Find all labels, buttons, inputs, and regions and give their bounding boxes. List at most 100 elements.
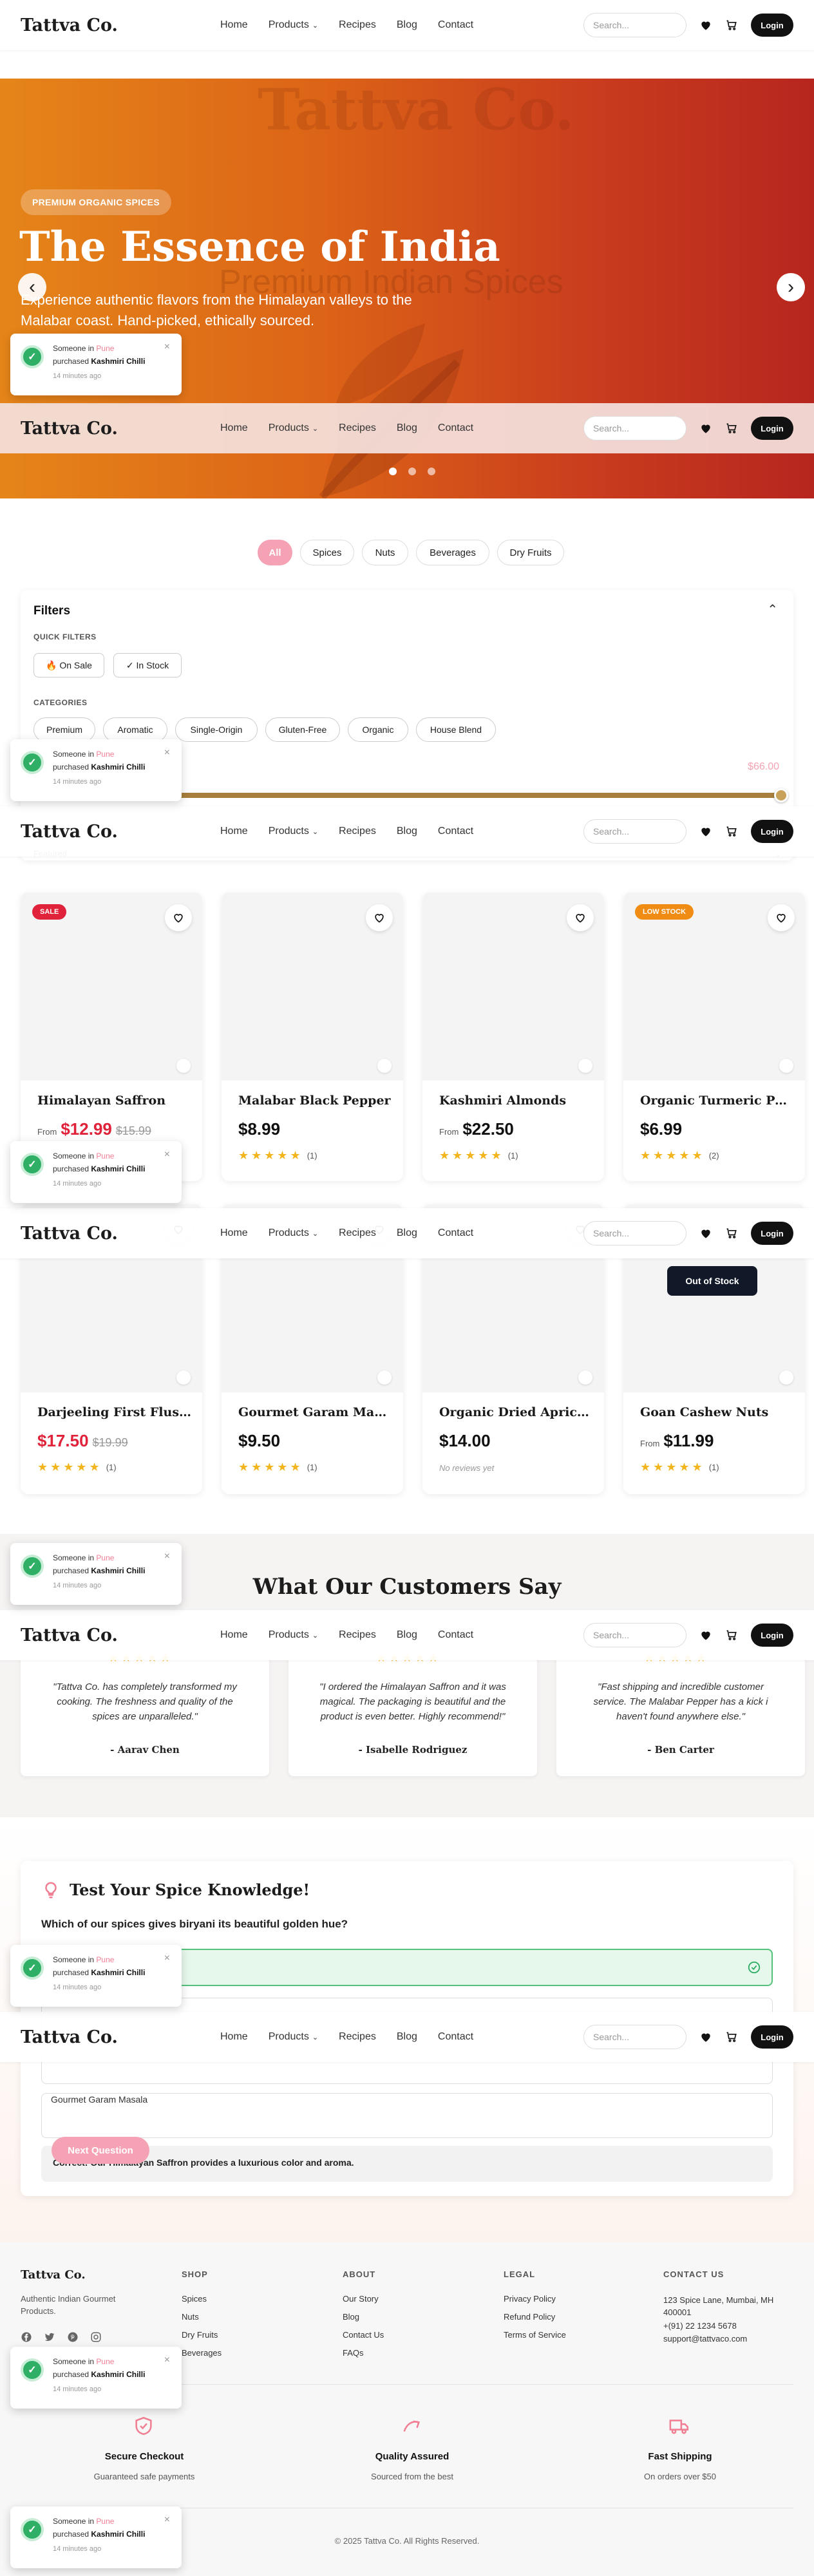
nav-contact[interactable]: Contact xyxy=(438,826,473,837)
heart-icon[interactable] xyxy=(699,422,712,435)
nav-blog[interactable]: Blog xyxy=(397,19,417,31)
nav-home[interactable]: Home xyxy=(220,826,248,837)
tab-beverages[interactable]: Beverages xyxy=(416,540,489,565)
heart-icon[interactable] xyxy=(699,825,712,838)
on-sale-filter[interactable]: 🔥 On Sale xyxy=(33,653,104,677)
category-premium[interactable]: Premium xyxy=(33,717,95,742)
category-house-blend[interactable]: House Blend xyxy=(416,717,496,742)
nav-blog[interactable]: Blog xyxy=(397,1227,417,1239)
footer-link[interactable]: Our Story xyxy=(343,2294,379,2304)
search-input[interactable]: Search... xyxy=(583,1623,686,1647)
brand-logo[interactable]: Tattva Co. xyxy=(21,15,214,35)
nav-recipes[interactable]: Recipes xyxy=(339,1227,376,1239)
carousel-dot-1[interactable] xyxy=(389,468,397,475)
search-input[interactable]: Search... xyxy=(583,819,686,844)
carousel-dot-2[interactable] xyxy=(408,468,416,475)
footer-email[interactable]: support@tattvaco.com xyxy=(663,2334,747,2344)
quick-add-button[interactable] xyxy=(377,1059,392,1073)
product-name[interactable]: Kashmiri Almonds xyxy=(439,1094,594,1108)
login-button[interactable]: Login xyxy=(751,14,793,37)
quick-add-button[interactable] xyxy=(779,1059,793,1073)
footer-link[interactable]: Spices xyxy=(182,2294,207,2304)
login-button[interactable]: Login xyxy=(751,820,793,843)
cart-icon[interactable] xyxy=(725,1227,738,1240)
nav-blog[interactable]: Blog xyxy=(397,1629,417,1641)
product-card[interactable]: Malabar Black Pepper $8.99 ★★★★★ (1) xyxy=(222,893,403,1181)
product-card[interactable]: SALEHimalayan SaffronFrom$12.99$15.99★★★… xyxy=(21,893,202,1181)
product-name[interactable]: Himalayan Saffron xyxy=(37,1094,192,1108)
tab-nuts[interactable]: Nuts xyxy=(362,540,408,565)
quick-add-button[interactable] xyxy=(176,1059,191,1073)
footer-phone[interactable]: +(91) 22 1234 5678 xyxy=(663,2321,737,2331)
carousel-next-button[interactable]: › xyxy=(777,273,805,301)
nav-products[interactable]: Products ⌄ xyxy=(269,422,318,434)
nav-recipes[interactable]: Recipes xyxy=(339,826,376,837)
category-organic[interactable]: Organic xyxy=(348,717,408,742)
cart-icon[interactable] xyxy=(725,19,738,32)
footer-link[interactable]: Refund Policy xyxy=(504,2312,555,2322)
nav-home[interactable]: Home xyxy=(220,2031,248,2043)
product-name[interactable]: Gourmet Garam Masala xyxy=(238,1405,393,1419)
close-icon[interactable]: × xyxy=(164,1551,170,1562)
nav-recipes[interactable]: Recipes xyxy=(339,422,376,434)
heart-icon[interactable] xyxy=(699,1629,712,1642)
cart-icon[interactable] xyxy=(725,1629,738,1642)
wishlist-button[interactable] xyxy=(567,904,594,931)
heart-icon[interactable] xyxy=(699,19,712,32)
product-card[interactable]: LOW STOCK Organic Turmeric Powder $6.99 ★★★… xyxy=(623,893,805,1181)
cart-icon[interactable] xyxy=(725,422,738,435)
heart-icon[interactable] xyxy=(699,2031,712,2043)
product-name[interactable]: Darjeeling First Flush Tea xyxy=(37,1405,192,1419)
footer-link[interactable]: FAQs xyxy=(343,2348,364,2358)
tab-all[interactable]: All xyxy=(258,540,292,565)
close-icon[interactable]: × xyxy=(164,341,170,353)
carousel-prev-button[interactable]: ‹ xyxy=(18,273,46,301)
search-input[interactable]: Search... xyxy=(583,13,686,37)
heart-icon[interactable] xyxy=(699,1227,712,1240)
facebook-icon[interactable] xyxy=(21,2331,32,2343)
quick-add-button[interactable] xyxy=(377,1370,392,1385)
product-name[interactable]: Organic Dried Apricots xyxy=(439,1405,594,1419)
pinterest-icon[interactable] xyxy=(67,2331,79,2343)
nav-home[interactable]: Home xyxy=(220,422,248,434)
nav-contact[interactable]: Contact xyxy=(438,1227,473,1239)
quiz-option[interactable]: Gourmet Garam Masala xyxy=(41,2093,773,2138)
price-slider-handle[interactable] xyxy=(774,788,788,802)
close-icon[interactable]: × xyxy=(164,747,170,759)
product-name[interactable]: Malabar Black Pepper xyxy=(238,1094,393,1108)
nav-products[interactable]: Products ⌄ xyxy=(269,826,318,837)
quick-add-button[interactable] xyxy=(578,1059,592,1073)
product-name[interactable]: Organic Turmeric Powder xyxy=(640,1094,795,1108)
nav-products[interactable]: Products ⌄ xyxy=(269,2031,318,2043)
next-question-button[interactable]: Next Question xyxy=(52,2137,149,2164)
brand-logo[interactable]: Tattva Co. xyxy=(21,419,214,439)
nav-home[interactable]: Home xyxy=(220,1629,248,1641)
login-button[interactable]: Login xyxy=(751,417,793,440)
wishlist-button[interactable] xyxy=(165,904,192,931)
login-button[interactable]: Login xyxy=(751,2025,793,2049)
search-input[interactable]: Search... xyxy=(583,2025,686,2049)
search-input[interactable]: Search... xyxy=(583,416,686,440)
footer-link[interactable]: Nuts xyxy=(182,2312,199,2322)
footer-link[interactable]: Blog xyxy=(343,2312,359,2322)
brand-logo[interactable]: Tattva Co. xyxy=(21,1224,214,1244)
tab-spices[interactable]: Spices xyxy=(300,540,354,565)
cart-icon[interactable] xyxy=(725,2031,738,2043)
nav-contact[interactable]: Contact xyxy=(438,19,473,31)
category-single-origin[interactable]: Single-Origin xyxy=(175,717,258,742)
nav-blog[interactable]: Blog xyxy=(397,422,417,434)
nav-recipes[interactable]: Recipes xyxy=(339,2031,376,2043)
tab-dry-fruits[interactable]: Dry Fruits xyxy=(497,540,564,565)
footer-link[interactable]: Beverages xyxy=(182,2348,222,2358)
close-icon[interactable]: × xyxy=(164,1149,170,1160)
nav-products[interactable]: Products ⌄ xyxy=(269,19,318,31)
search-input[interactable]: Search... xyxy=(583,1221,686,1245)
brand-logo[interactable]: Tattva Co. xyxy=(21,1625,214,1645)
category-aromatic[interactable]: Aromatic xyxy=(103,717,167,742)
brand-logo[interactable]: Tattva Co. xyxy=(21,822,214,842)
quick-add-button[interactable] xyxy=(578,1370,592,1385)
nav-blog[interactable]: Blog xyxy=(397,2031,417,2043)
product-card[interactable]: Kashmiri Almonds From $22.50 ★★★★★ (1) xyxy=(422,893,604,1181)
instagram-icon[interactable] xyxy=(90,2331,102,2343)
nav-recipes[interactable]: Recipes xyxy=(339,19,376,31)
